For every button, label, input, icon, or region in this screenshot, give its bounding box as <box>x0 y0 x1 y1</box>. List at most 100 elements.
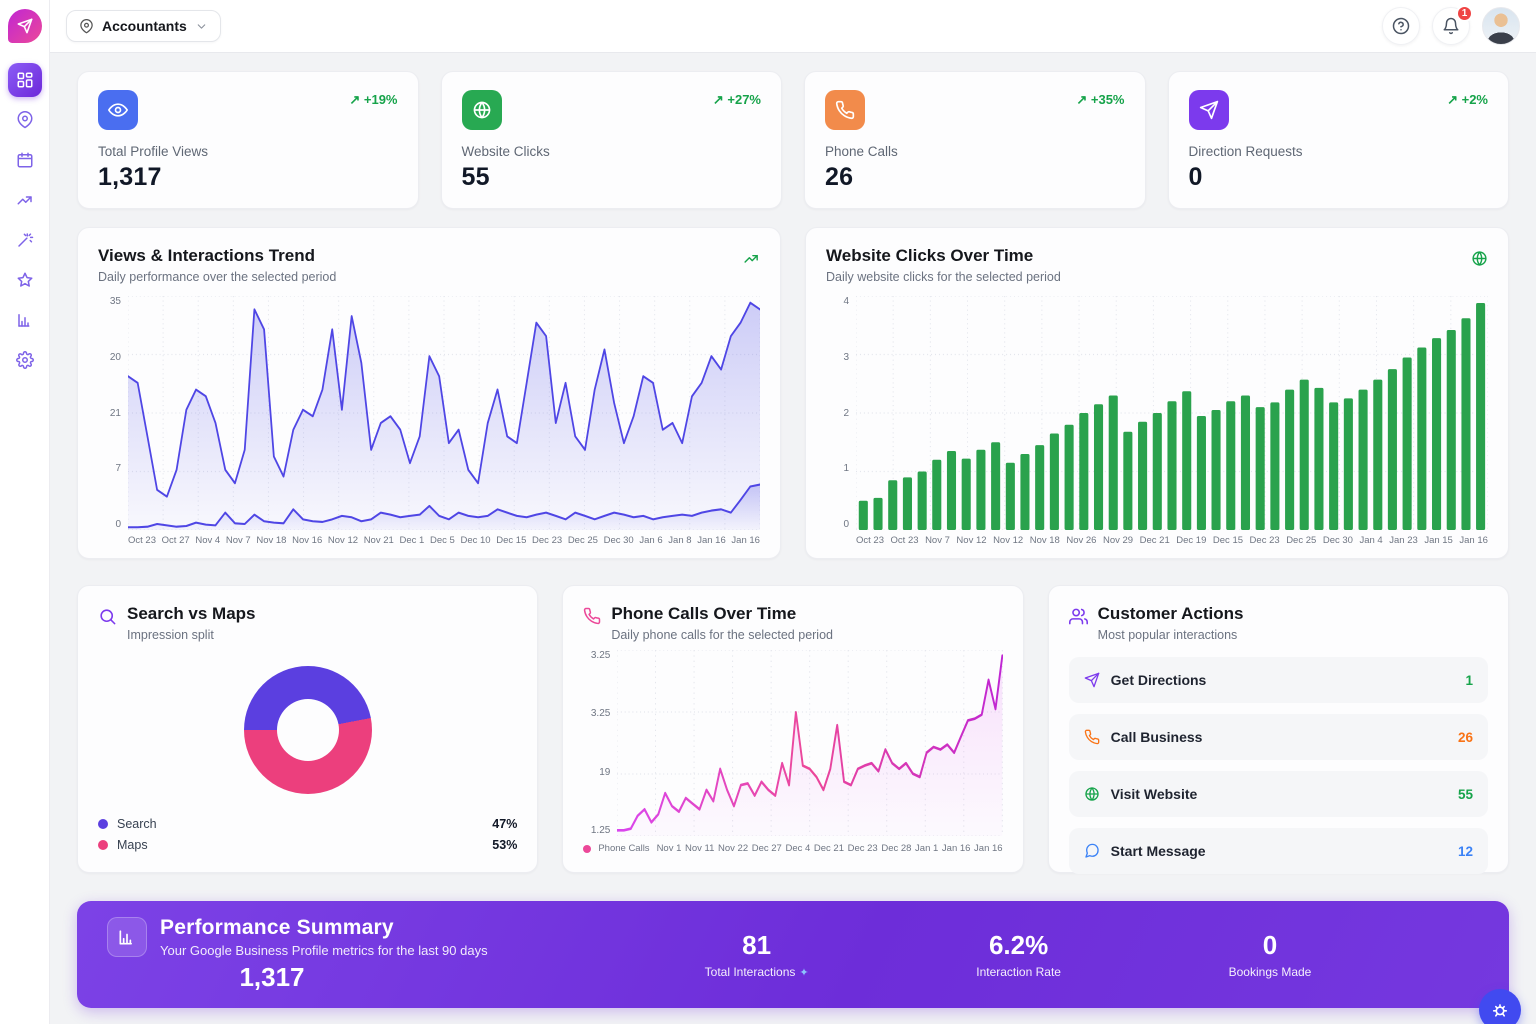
action-value: 26 <box>1458 730 1473 745</box>
help-icon <box>1392 17 1410 35</box>
x-tick: Dec 23 <box>532 535 562 546</box>
dashboard-content: ↗ +19%Total Profile Views1,317↗ +27%Webs… <box>50 53 1536 1024</box>
stat-card-website-clicks: ↗ +27%Website Clicks55 <box>441 71 783 209</box>
x-tick: Jan 6 <box>639 535 662 546</box>
user-avatar[interactable] <box>1482 7 1520 45</box>
x-tick: Jan 15 <box>1424 535 1453 546</box>
sidebar <box>0 0 50 1024</box>
eye-icon <box>98 90 138 130</box>
x-tick: Dec 4 <box>785 843 810 854</box>
legend-dot <box>98 840 108 850</box>
phone-calls-x-axis: Phone Calls Nov 1Nov 11Nov 22Dec 27Dec 4… <box>583 843 1002 854</box>
location-label: Accountants <box>102 18 187 34</box>
x-tick: Nov 18 <box>1030 535 1060 546</box>
donut-legend: Search47%Maps53% <box>98 817 517 854</box>
sidebar-item-calendar[interactable] <box>8 143 42 177</box>
bar-chart-icon <box>16 311 34 329</box>
stat-card-phone-calls: ↗ +35%Phone Calls26 <box>804 71 1146 209</box>
trend-arrow-icon: ↗ <box>1447 92 1458 107</box>
customer-actions-card: Customer Actions Most popular interactio… <box>1048 585 1509 873</box>
x-tick: Nov 4 <box>195 535 220 546</box>
stat-value: 55 <box>462 163 762 192</box>
phone-calls-plot[interactable] <box>617 650 1002 836</box>
notification-badge: 1 <box>1456 5 1473 22</box>
website-clicks-x-axis: Oct 23Oct 23Nov 7Nov 12Nov 12Nov 18Nov 2… <box>856 535 1488 546</box>
lower-cards-row: Search vs Maps Impression split Search47… <box>77 585 1509 873</box>
y-tick: 1 <box>843 463 849 474</box>
x-tick: Nov 7 <box>925 535 950 546</box>
x-tick: Nov 1 <box>657 843 682 854</box>
phone-calls-subtitle: Daily phone calls for the selected perio… <box>611 628 833 642</box>
help-button[interactable] <box>1382 7 1420 45</box>
sidebar-item-reports[interactable] <box>8 303 42 337</box>
summary-stat-label: Total Interactions✦ <box>705 965 809 979</box>
location-selector[interactable]: Accountants <box>66 10 221 42</box>
search-vs-maps-title: Search vs Maps <box>127 604 256 624</box>
x-tick: Nov 26 <box>1066 535 1096 546</box>
chevron-down-icon <box>195 20 208 33</box>
app-logo[interactable] <box>8 9 42 43</box>
sidebar-item-dashboard[interactable] <box>8 63 42 97</box>
trend-arrow-icon: ↗ <box>349 92 360 107</box>
gear-icon <box>16 351 34 369</box>
debug-fab-button[interactable] <box>1479 989 1521 1024</box>
search-vs-maps-donut[interactable] <box>244 666 372 794</box>
website-clicks-card: Website Clicks Over Time Daily website c… <box>805 227 1509 559</box>
phone-icon <box>825 90 865 130</box>
legend-label: Search <box>117 817 157 831</box>
views-trend-card: Views & Interactions Trend Daily perform… <box>77 227 781 559</box>
charts-row: Views & Interactions Trend Daily perform… <box>77 227 1509 559</box>
x-tick: Jan 16 <box>731 535 760 546</box>
action-row-call-business[interactable]: Call Business26 <box>1069 714 1488 760</box>
stat-delta: ↗ +35% <box>1076 92 1124 108</box>
website-clicks-subtitle: Daily website clicks for the selected pe… <box>826 270 1061 284</box>
sidebar-item-trends[interactable] <box>8 183 42 217</box>
magic-wand-icon <box>16 231 34 249</box>
main-area: Accountants 1 ↗ +19%Total Profile Views1… <box>50 0 1536 1024</box>
website-clicks-y-axis: 43210 <box>826 296 856 530</box>
sidebar-item-ai-tools[interactable] <box>8 223 42 257</box>
x-tick: Dec 30 <box>1323 535 1353 546</box>
views-trend-subtitle: Daily performance over the selected peri… <box>98 270 336 284</box>
search-icon <box>98 607 117 642</box>
y-tick: 1.25 <box>591 825 610 836</box>
stat-value: 26 <box>825 163 1125 192</box>
y-tick: 20 <box>110 352 121 363</box>
y-tick: 0 <box>115 519 121 530</box>
sidebar-item-reviews[interactable] <box>8 263 42 297</box>
action-row-get-directions[interactable]: Get Directions1 <box>1069 657 1488 703</box>
x-tick: Jan 23 <box>1389 535 1418 546</box>
customer-actions-subtitle: Most popular interactions <box>1098 628 1244 642</box>
action-value: 12 <box>1458 844 1473 859</box>
x-tick: Jan 16 <box>697 535 726 546</box>
x-tick: Jan 4 <box>1359 535 1382 546</box>
x-tick: Dec 21 <box>1140 535 1170 546</box>
star-icon <box>16 271 34 289</box>
stat-label: Direction Requests <box>1189 144 1489 159</box>
notifications-button[interactable]: 1 <box>1432 7 1470 45</box>
grid-icon <box>16 71 34 89</box>
legend-label: Maps <box>117 838 148 852</box>
y-tick: 2 <box>843 408 849 419</box>
summary-stat-value: 6.2% <box>976 930 1061 961</box>
stat-card-total-profile-views: ↗ +19%Total Profile Views1,317 <box>77 71 419 209</box>
action-row-visit-website[interactable]: Visit Website55 <box>1069 771 1488 817</box>
send-icon <box>1084 672 1100 688</box>
action-value: 55 <box>1458 787 1473 802</box>
website-clicks-plot[interactable] <box>856 296 1488 530</box>
action-row-start-message[interactable]: Start Message12 <box>1069 828 1488 874</box>
stat-value: 0 <box>1189 163 1489 192</box>
views-trend-plot[interactable] <box>128 296 760 530</box>
chat-icon <box>1084 843 1100 859</box>
sidebar-item-locations[interactable] <box>8 103 42 137</box>
x-tick: Oct 27 <box>162 535 190 546</box>
search-vs-maps-card: Search vs Maps Impression split Search47… <box>77 585 538 873</box>
trend-up-icon <box>16 191 34 209</box>
summary-subtitle: Your Google Business Profile metrics for… <box>160 943 488 958</box>
sidebar-item-settings[interactable] <box>8 343 42 377</box>
x-tick: Dec 19 <box>1176 535 1206 546</box>
x-tick: Dec 5 <box>430 535 455 546</box>
x-tick: Jan 8 <box>668 535 691 546</box>
stat-label: Total Profile Views <box>98 144 398 159</box>
action-value: 1 <box>1465 673 1473 688</box>
